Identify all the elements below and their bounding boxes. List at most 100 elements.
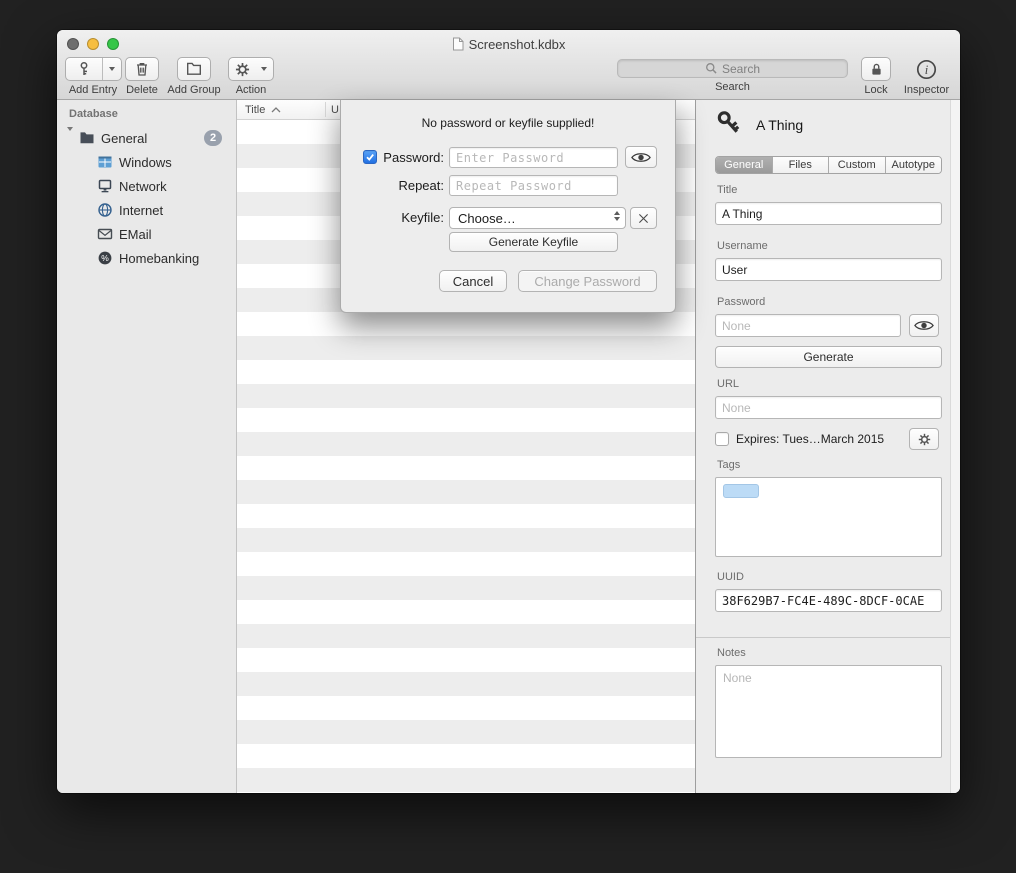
key-icon <box>708 102 750 144</box>
tags-label: Tags <box>717 459 740 471</box>
url-field[interactable] <box>715 396 942 419</box>
search-placeholder: Search <box>722 62 760 76</box>
inspector-button[interactable]: i <box>916 57 937 81</box>
repeat-password-input[interactable] <box>449 175 618 196</box>
sidebar-item-email[interactable]: EMail <box>57 222 236 246</box>
keyfile-label: Keyfile: <box>341 210 444 225</box>
sidebar-item-network[interactable]: Network <box>57 174 236 198</box>
add-group-button[interactable] <box>177 57 211 81</box>
add-entry-button[interactable] <box>65 57 122 81</box>
stepper-icon <box>614 211 620 221</box>
action-label: Action <box>236 84 267 96</box>
change-password-button[interactable]: Change Password <box>518 270 657 292</box>
windows-icon <box>97 154 113 170</box>
sidebar-item-label: EMail <box>119 227 152 242</box>
scrollbar-track[interactable] <box>950 100 960 793</box>
delete-label: Delete <box>126 84 158 96</box>
disclosure-triangle-icon[interactable] <box>67 131 73 146</box>
search-input[interactable]: Search <box>617 59 848 78</box>
inspector-group: i Inspector <box>899 57 954 96</box>
entry-title: A Thing <box>756 117 803 133</box>
window-title: Screenshot.kdbx <box>57 35 960 53</box>
notes-placeholder: None <box>723 671 752 685</box>
username-field[interactable] <box>715 258 942 281</box>
eye-icon <box>914 319 934 332</box>
sort-ascending-icon <box>271 107 281 113</box>
password-input[interactable] <box>449 147 618 168</box>
gear-icon <box>918 433 931 446</box>
sidebar-item-homebanking[interactable]: % Homebanking <box>57 246 236 270</box>
chevron-down-icon[interactable] <box>102 58 121 80</box>
info-icon: i <box>916 59 937 80</box>
inspector-tabs: General Files Custom Autotype <box>715 156 942 174</box>
password-field[interactable] <box>715 314 901 337</box>
expires-label: Expires: Tues…March 2015 <box>736 432 884 446</box>
key-icon <box>66 58 102 80</box>
sidebar-item-label: Homebanking <box>119 251 199 266</box>
delete-group: Delete <box>123 57 161 96</box>
column-divider[interactable] <box>325 102 326 117</box>
sidebar-item-label: Network <box>119 179 167 194</box>
keyfile-popup[interactable]: Choose… <box>449 207 626 229</box>
window-title-text: Screenshot.kdbx <box>469 37 566 52</box>
column-header-title[interactable]: Title <box>245 100 281 120</box>
sidebar-item-general[interactable]: General 2 <box>57 126 236 150</box>
uuid-label: UUID <box>717 571 744 583</box>
tag-chip[interactable] <box>723 484 759 498</box>
search-label: Search <box>715 81 750 93</box>
dialog-message: No password or keyfile supplied! <box>341 116 675 130</box>
column-header-username[interactable]: U <box>331 100 339 120</box>
repeat-label: Repeat: <box>341 178 444 193</box>
folder-icon <box>79 130 95 146</box>
generate-password-button[interactable]: Generate <box>715 346 942 368</box>
lock-button[interactable] <box>861 57 891 81</box>
tags-box[interactable] <box>715 477 942 557</box>
title-field-label: Title <box>717 184 737 196</box>
tab-autotype[interactable]: Autotype <box>886 157 942 173</box>
group-count-badge: 2 <box>204 130 222 146</box>
add-group-label: Add Group <box>167 84 220 96</box>
search-icon <box>705 62 718 75</box>
lock-icon <box>869 62 884 77</box>
sidebar-item-windows[interactable]: Windows <box>57 150 236 174</box>
section-divider <box>696 637 960 638</box>
action-button[interactable] <box>228 57 274 81</box>
generate-keyfile-button[interactable]: Generate Keyfile <box>449 232 618 252</box>
tab-files[interactable]: Files <box>773 157 830 173</box>
folder-icon <box>186 61 202 77</box>
title-field[interactable] <box>715 202 942 225</box>
delete-button[interactable] <box>125 57 159 81</box>
reveal-password-button[interactable] <box>909 314 939 337</box>
tab-general[interactable]: General <box>716 157 773 173</box>
clear-keyfile-button[interactable] <box>630 207 657 229</box>
add-group-group: Add Group <box>165 57 223 96</box>
eye-icon <box>631 151 651 164</box>
globe-icon <box>97 202 113 218</box>
uuid-field[interactable] <box>715 589 942 612</box>
network-icon <box>97 178 113 194</box>
lock-label: Lock <box>864 84 887 96</box>
tab-custom[interactable]: Custom <box>829 157 886 173</box>
url-field-label: URL <box>717 378 739 390</box>
titlebar-toolbar: Screenshot.kdbx Add Entry Delete Add Gro… <box>57 30 960 100</box>
expires-checkbox[interactable] <box>715 432 729 446</box>
gear-icon <box>229 58 255 80</box>
keyfile-popup-value: Choose… <box>458 211 516 226</box>
sidebar-section-header: Database <box>69 108 118 120</box>
chevron-down-icon[interactable] <box>255 58 273 80</box>
notes-label: Notes <box>717 647 746 659</box>
username-field-label: Username <box>717 240 768 252</box>
inspector-panel: A Thing General Files Custom Autotype Ti… <box>695 100 960 793</box>
column-header-username-label: U <box>331 104 339 116</box>
sidebar-item-internet[interactable]: Internet <box>57 198 236 222</box>
add-entry-label: Add Entry <box>69 84 117 96</box>
expires-settings-button[interactable] <box>909 428 939 450</box>
reveal-password-button[interactable] <box>625 146 657 168</box>
sidebar-item-label: General <box>101 131 147 146</box>
cancel-button[interactable]: Cancel <box>439 270 507 292</box>
lock-group: Lock <box>857 57 895 96</box>
notes-box[interactable]: None <box>715 665 942 758</box>
app-window: Screenshot.kdbx Add Entry Delete Add Gro… <box>57 30 960 793</box>
envelope-icon <box>97 226 113 242</box>
percent-coin-icon: % <box>97 250 113 266</box>
